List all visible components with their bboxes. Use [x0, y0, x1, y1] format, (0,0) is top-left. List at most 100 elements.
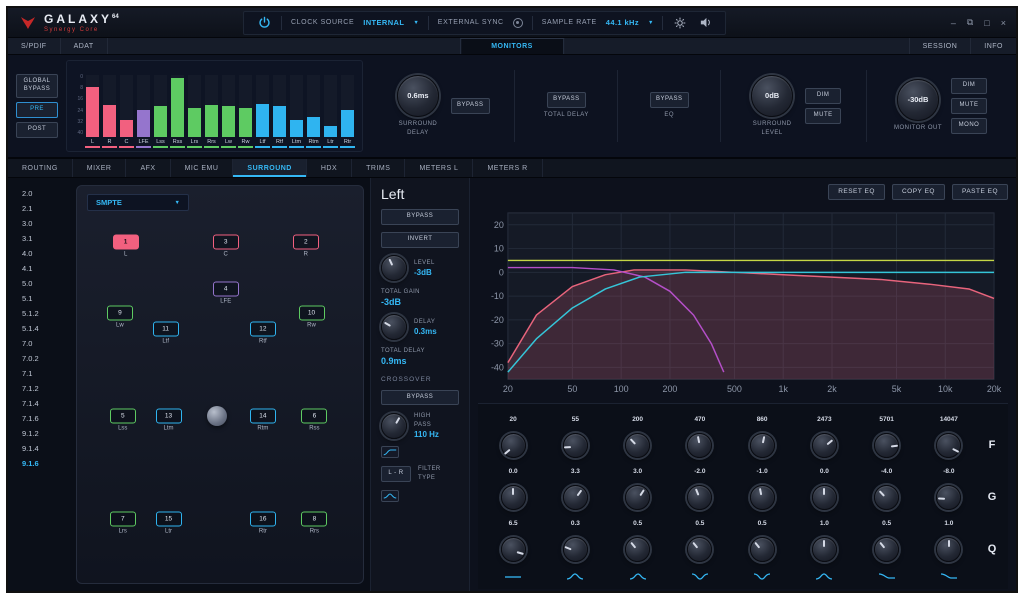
eq-graph[interactable]: 20100-10-20-30-4020501002005001k2k5k10k2… [478, 205, 1008, 403]
format-item-7.0[interactable]: 7.0 [22, 336, 70, 351]
filter-type-shape-icon[interactable] [381, 490, 399, 502]
speaker-rrs[interactable]: 8Rrs [301, 512, 327, 535]
speaker-l[interactable]: 1L [113, 234, 139, 257]
crossover-bypass-button[interactable]: BYPASS [381, 390, 459, 406]
eq-band-freq-knob[interactable] [563, 433, 588, 458]
eq-band-q-knob[interactable] [687, 537, 712, 562]
channel-invert-button[interactable]: INVERT [381, 232, 459, 248]
speaker-rss[interactable]: 6Rss [301, 409, 327, 432]
speaker-ltr[interactable]: 15Ltr [156, 512, 182, 535]
sample-rate-select[interactable]: 44.1 kHz [606, 18, 639, 27]
settings-gear-button[interactable] [672, 15, 688, 31]
format-item-3.1[interactable]: 3.1 [22, 231, 70, 246]
speaker-rw[interactable]: 10Rw [299, 306, 325, 329]
speaker-lss[interactable]: 5Lss [110, 409, 136, 432]
monitor-out-mute-button[interactable]: MUTE [951, 98, 987, 114]
eq-band-q-knob[interactable] [625, 537, 650, 562]
speaker-r[interactable]: 2R [293, 234, 319, 257]
copy-eq-button[interactable]: COPY EQ [892, 184, 945, 200]
eq-band-q-knob[interactable] [936, 537, 961, 562]
tab-afx[interactable]: AFX [126, 159, 170, 177]
format-item-7.1[interactable]: 7.1 [22, 366, 70, 381]
surround-level-knob[interactable]: 0dB [751, 75, 793, 117]
format-item-2.0[interactable]: 2.0 [22, 186, 70, 201]
format-item-7.0.2[interactable]: 7.0.2 [22, 351, 70, 366]
format-item-9.1.6[interactable]: 9.1.6 [22, 456, 70, 471]
format-item-7.1.2[interactable]: 7.1.2 [22, 381, 70, 396]
format-item-7.1.6[interactable]: 7.1.6 [22, 411, 70, 426]
eq-band-freq-knob[interactable] [501, 433, 526, 458]
format-item-9.1.2[interactable]: 9.1.2 [22, 426, 70, 441]
tab-meters-l[interactable]: METERS L [405, 159, 473, 177]
speaker-rtf[interactable]: 12Rtf [250, 321, 276, 344]
eq-band-q-knob[interactable] [563, 537, 588, 562]
external-sync-indicator[interactable] [513, 18, 523, 28]
high-pass-shape-icon[interactable] [381, 446, 399, 458]
eq-band-gain-knob[interactable] [936, 485, 961, 510]
minimize-button[interactable]: – [951, 18, 956, 28]
format-item-4.1[interactable]: 4.1 [22, 261, 70, 276]
layout-preset-select[interactable]: SMPTE ▼ [87, 194, 189, 211]
tab-hdx[interactable]: HDX [307, 159, 352, 177]
delay-knob[interactable] [381, 314, 407, 340]
filter-type-button[interactable]: L - R [381, 466, 411, 482]
eq-band-gain-knob[interactable] [563, 485, 588, 510]
eq-band-q-knob[interactable] [812, 537, 837, 562]
clock-source-select[interactable]: INTERNAL [363, 18, 404, 27]
tab-monitors[interactable]: MONITORS [460, 38, 564, 54]
speaker-rtm[interactable]: 14Rtm [250, 409, 276, 432]
tab-session[interactable]: SESSION [909, 38, 971, 54]
eq-band-freq-knob[interactable] [874, 433, 899, 458]
level-knob[interactable] [381, 255, 407, 281]
format-item-5.1.2[interactable]: 5.1.2 [22, 306, 70, 321]
format-item-7.1.4[interactable]: 7.1.4 [22, 396, 70, 411]
global-bypass-button[interactable]: GLOBAL BYPASS [16, 74, 58, 98]
eq-band-q-knob[interactable] [874, 537, 899, 562]
eq-band-gain-knob[interactable] [501, 485, 526, 510]
format-item-5.1[interactable]: 5.1 [22, 291, 70, 306]
format-item-9.1.4[interactable]: 9.1.4 [22, 441, 70, 456]
eq-band-freq-knob[interactable] [812, 433, 837, 458]
eq-bypass-button[interactable]: BYPASS [650, 92, 689, 108]
tab-adat[interactable]: ADAT [61, 38, 108, 54]
restore-button[interactable]: ⧉ [967, 17, 973, 28]
speaker-lrs[interactable]: 7Lrs [110, 512, 136, 535]
tab-meters-r[interactable]: METERS R [473, 159, 542, 177]
eq-band-freq-knob[interactable] [687, 433, 712, 458]
eq-band-gain-knob[interactable] [750, 485, 775, 510]
eq-band-q-knob[interactable] [501, 537, 526, 562]
tab-mic-emu[interactable]: MIC EMU [171, 159, 234, 177]
speaker-rtr[interactable]: 16Rtr [250, 512, 276, 535]
eq-band-freq-knob[interactable] [936, 433, 961, 458]
monitor-out-mono-button[interactable]: MONO [951, 118, 987, 134]
speaker-c[interactable]: 3C [213, 234, 239, 257]
surround-level-mute-button[interactable]: MUTE [805, 108, 841, 124]
surround-delay-knob[interactable]: 0.6ms [397, 75, 439, 117]
monitor-speaker-button[interactable] [697, 15, 713, 31]
surround-delay-bypass-button[interactable]: BYPASS [451, 98, 490, 114]
channel-bypass-button[interactable]: BYPASS [381, 209, 459, 225]
format-item-2.1[interactable]: 2.1 [22, 201, 70, 216]
close-button[interactable]: × [1001, 18, 1006, 28]
monitor-out-knob[interactable]: -30dB [897, 79, 939, 121]
eq-band-freq-knob[interactable] [750, 433, 775, 458]
eq-band-gain-knob[interactable] [687, 485, 712, 510]
tab-mixer[interactable]: MIXER [73, 159, 127, 177]
post-button[interactable]: POST [16, 122, 58, 138]
eq-band-gain-knob[interactable] [812, 485, 837, 510]
maximize-button[interactable]: □ [984, 18, 989, 28]
tab-spdif[interactable]: S/PDIF [8, 38, 61, 54]
high-pass-knob[interactable] [381, 413, 407, 439]
monitor-out-dim-button[interactable]: DIM [951, 78, 987, 94]
tab-trims[interactable]: TRIMS [352, 159, 405, 177]
format-item-3.0[interactable]: 3.0 [22, 216, 70, 231]
tab-surround[interactable]: SURROUND [233, 159, 306, 177]
speaker-ltm[interactable]: 13Ltm [156, 409, 182, 432]
reset-eq-button[interactable]: RESET EQ [828, 184, 885, 200]
speaker-lfe[interactable]: 4LFE [213, 282, 239, 305]
speaker-ltf[interactable]: 11Ltf [153, 321, 179, 344]
paste-eq-button[interactable]: PASTE EQ [952, 184, 1008, 200]
format-item-4.0[interactable]: 4.0 [22, 246, 70, 261]
tab-routing[interactable]: ROUTING [8, 159, 73, 177]
pre-button[interactable]: PRE [16, 102, 58, 118]
